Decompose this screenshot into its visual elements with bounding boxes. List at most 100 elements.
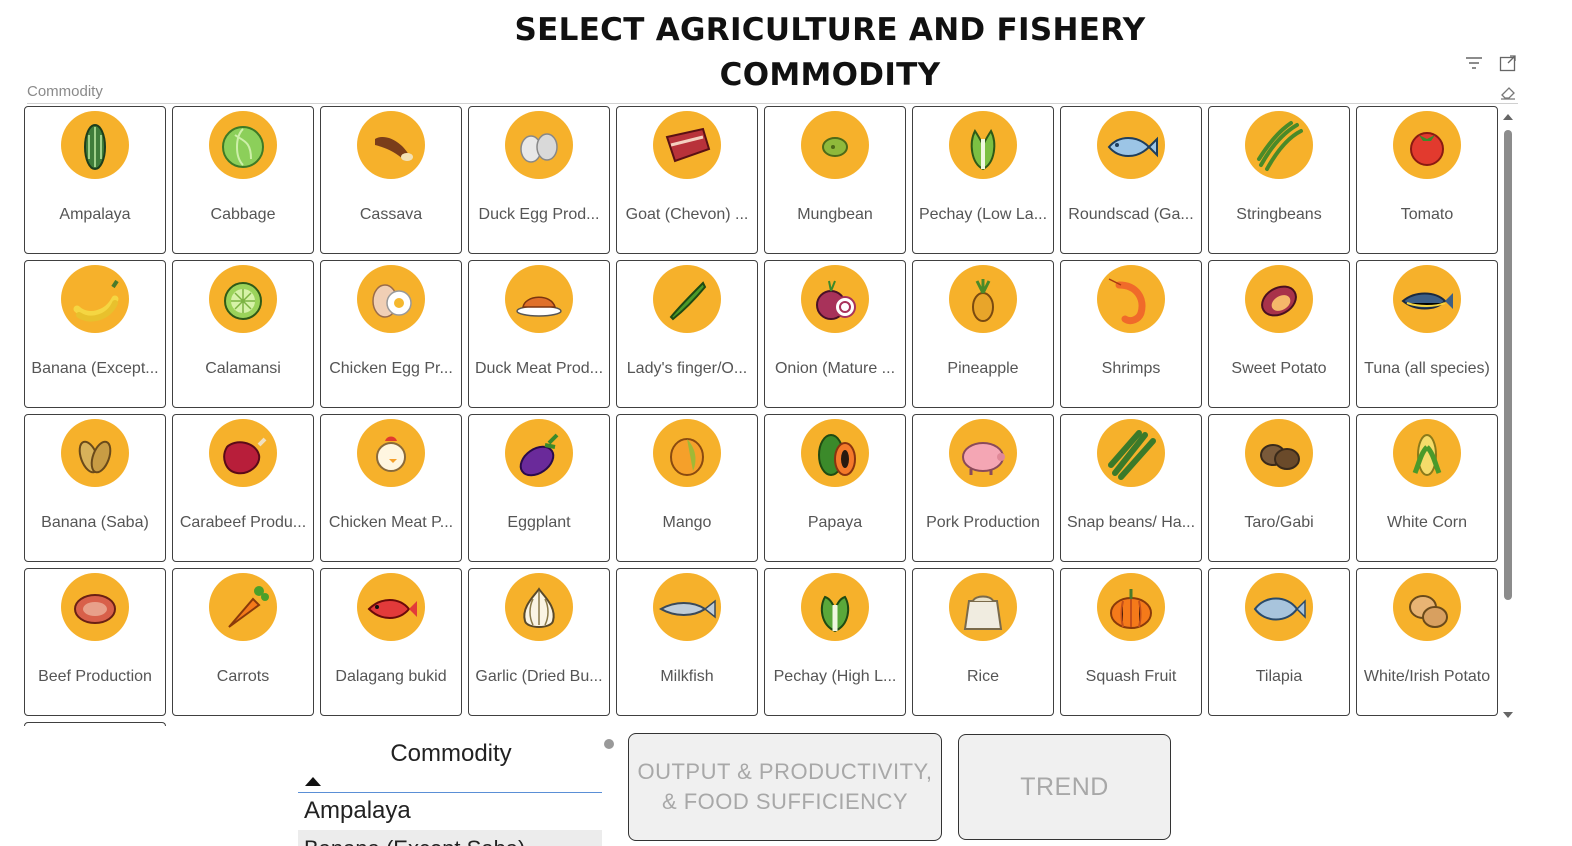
commodity-tile[interactable]: Milkfish	[616, 568, 758, 716]
commodity-tile[interactable]: Calamansi	[172, 260, 314, 408]
commodity-tile[interactable]: Ampalaya	[24, 106, 166, 254]
pechay-icon	[949, 111, 1017, 179]
eggplant-icon	[505, 419, 573, 487]
commodity-tile[interactable]: Beef Production	[24, 568, 166, 716]
page-title-line2: COMMODITY	[719, 57, 941, 93]
commodity-tile-label: Lady's finger/O...	[626, 360, 748, 377]
commodity-tile[interactable]: Tilapia	[1208, 568, 1350, 716]
milkfish-icon	[653, 573, 721, 641]
taro-icon	[1245, 419, 1313, 487]
trend-button[interactable]: TREND	[958, 734, 1171, 840]
list-item[interactable]: Banana (Except Saba)	[298, 830, 602, 846]
rice-sack-icon	[949, 573, 1017, 641]
output-productivity-label: OUTPUT & PRODUCTIVITY, & FOOD SUFFICIENC…	[637, 759, 933, 814]
commodity-tile[interactable]: Banana (Saba)	[24, 414, 166, 562]
commodity-tile-label: Calamansi	[205, 360, 281, 377]
list-slicer-divider	[298, 792, 602, 793]
sort-ascending-icon[interactable]	[305, 777, 321, 786]
duck-meat-icon	[505, 265, 573, 333]
commodity-tile[interactable]: White Corn	[1356, 414, 1498, 562]
commodity-tile[interactable]: Pechay (High L...	[764, 568, 906, 716]
pechay-high-icon	[801, 573, 869, 641]
commodity-tile[interactable]: Eggplant	[468, 414, 610, 562]
commodity-tile[interactable]: Chicken Egg Pr...	[320, 260, 462, 408]
commodity-tile[interactable]: Goat (Chevon) ...	[616, 106, 758, 254]
commodity-tile[interactable]: Mango	[616, 414, 758, 562]
commodity-tile[interactable]: Pechay (Low La...	[912, 106, 1054, 254]
commodity-tile[interactable]: Cabbage	[172, 106, 314, 254]
commodity-tile[interactable]: Tomato	[1356, 106, 1498, 254]
carabeef-icon	[209, 419, 277, 487]
commodity-tile-label: Beef Production	[38, 668, 152, 685]
duck-egg-icon	[505, 111, 573, 179]
commodity-tile[interactable]: Papaya	[764, 414, 906, 562]
cabbage-icon	[209, 111, 277, 179]
trend-label: TREND	[1020, 773, 1109, 801]
commodity-tile-label: Eggplant	[507, 514, 571, 531]
calamansi-icon	[209, 265, 277, 333]
commodity-tile-label: Duck Egg Prod...	[478, 206, 600, 223]
commodity-tile[interactable]: Shrimps	[1060, 260, 1202, 408]
commodity-tile-label: Sweet Potato	[1231, 360, 1327, 377]
commodity-tile-label: Carrots	[216, 668, 270, 685]
filter-icon[interactable]	[1464, 53, 1484, 73]
commodity-tile[interactable]: Dalagang bukid	[320, 568, 462, 716]
commodity-tile[interactable]: Rice	[912, 568, 1054, 716]
commodity-tile[interactable]: Pineapple	[912, 260, 1054, 408]
commodity-tile-label: Tilapia	[1255, 668, 1303, 685]
commodity-tile-label: Milkfish	[660, 668, 714, 685]
commodity-tile[interactable]: Chicken Meat P...	[320, 414, 462, 562]
commodity-tile[interactable]: Pork Production	[912, 414, 1054, 562]
commodity-tile-label: Banana (Saba)	[41, 514, 149, 531]
commodity-tile[interactable]: Lady's finger/O...	[616, 260, 758, 408]
output-productivity-button[interactable]: OUTPUT & PRODUCTIVITY, & FOOD SUFFICIENC…	[628, 733, 942, 841]
commodity-tile[interactable]: Mungbean	[764, 106, 906, 254]
commodity-tile[interactable]: White/Irish Potato	[1356, 568, 1498, 716]
commodity-tile-label: Carabeef Produ...	[179, 514, 307, 531]
scroll-down-icon[interactable]	[1503, 712, 1513, 718]
commodity-tile-label: Taro/Gabi	[1244, 514, 1314, 531]
mango-icon	[653, 419, 721, 487]
bitter-gourd-icon	[61, 111, 129, 179]
commodity-tile-label: Snap beans/ Ha...	[1066, 514, 1196, 531]
commodity-tile-label: Chicken Egg Pr...	[329, 360, 453, 377]
focus-mode-icon[interactable]	[1498, 53, 1518, 73]
snap-beans-icon	[1097, 419, 1165, 487]
commodity-tile-label: Ampalaya	[59, 206, 131, 223]
commodity-tile-grid: Ampalaya Cabbage Cassava Duck Egg Prod... Go…	[24, 106, 1500, 726]
commodity-tile[interactable]: Carrots	[172, 568, 314, 716]
commodity-tile[interactable]: Cassava	[320, 106, 462, 254]
list-options-dot[interactable]	[604, 739, 614, 749]
scroll-up-icon[interactable]	[1503, 114, 1513, 120]
stringbeans-icon	[1245, 111, 1313, 179]
list-slicer-header: Commodity	[390, 740, 512, 767]
fish-icon	[1097, 111, 1165, 179]
commodity-tile-label: Mango	[662, 514, 712, 531]
commodity-tile[interactable]: Carabeef Produ...	[172, 414, 314, 562]
commodity-tile[interactable]: Sweet Potato	[1208, 260, 1350, 408]
commodity-tile[interactable]: Squash Fruit	[1060, 568, 1202, 716]
list-item-label: Banana (Except Saba)	[298, 836, 602, 846]
red-fish-icon	[357, 573, 425, 641]
scrollbar-thumb[interactable]	[1504, 130, 1512, 600]
eraser-icon[interactable]	[1498, 82, 1518, 102]
chicken-icon	[357, 419, 425, 487]
commodity-tile-partial[interactable]	[24, 722, 166, 726]
commodity-tile[interactable]: Roundscad (Ga...	[1060, 106, 1202, 254]
commodity-tile-label: Goat (Chevon) ...	[625, 206, 749, 223]
list-item-selected[interactable]: Ampalaya	[304, 797, 411, 825]
commodity-tile[interactable]: Stringbeans	[1208, 106, 1350, 254]
commodity-tile[interactable]: Tuna (all species)	[1356, 260, 1498, 408]
vertical-scrollbar[interactable]	[1502, 110, 1516, 722]
goat-meat-icon	[653, 111, 721, 179]
commodity-tile[interactable]: Snap beans/ Ha...	[1060, 414, 1202, 562]
commodity-tile[interactable]: Onion (Mature ...	[764, 260, 906, 408]
commodity-tile-label: Cassava	[359, 206, 423, 223]
commodity-tile-label: Pineapple	[947, 360, 1019, 377]
commodity-tile[interactable]: Banana (Except...	[24, 260, 166, 408]
commodity-tile[interactable]: Garlic (Dried Bu...	[468, 568, 610, 716]
commodity-tile[interactable]: Duck Meat Prod...	[468, 260, 610, 408]
commodity-tile-label: Banana (Except...	[31, 360, 159, 377]
commodity-tile[interactable]: Taro/Gabi	[1208, 414, 1350, 562]
commodity-tile[interactable]: Duck Egg Prod...	[468, 106, 610, 254]
